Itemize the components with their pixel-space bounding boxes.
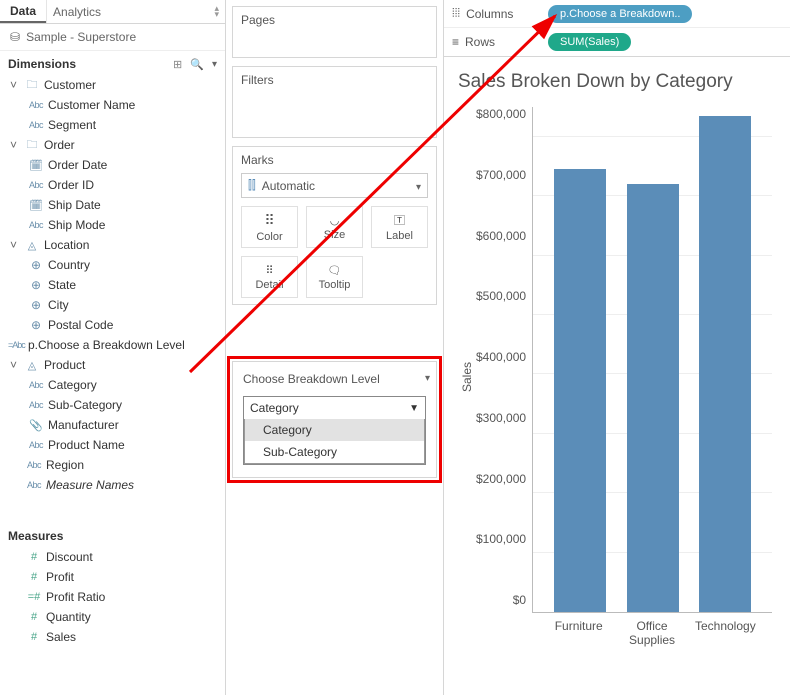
field-measure-names[interactable]: AbcMeasure Names	[4, 475, 221, 495]
folder-order[interactable]: ˅🗀Order	[4, 135, 221, 155]
measures-header: Measures	[0, 523, 225, 547]
folder-location[interactable]: ˅◬Location	[4, 235, 221, 255]
parameter-options-list: Category Sub-Category	[244, 419, 425, 464]
field-order-id[interactable]: AbcOrder ID	[4, 175, 221, 195]
field-ship-mode[interactable]: AbcShip Mode	[4, 215, 221, 235]
folder-product[interactable]: ˅◬Product	[4, 355, 221, 375]
color-icon: ⠿	[264, 212, 274, 229]
marks-tooltip-button[interactable]: 🗨Tooltip	[306, 256, 363, 298]
tab-analytics-label: Analytics	[53, 5, 101, 19]
datasource-row[interactable]: ⛁ Sample - Superstore	[0, 24, 225, 51]
chevron-down-icon: ▼	[409, 403, 419, 414]
worksheet-pane: ⦙⦙⦙ Columns p.Choose a Breakdown.. ≡ Rows …	[444, 0, 790, 695]
field-profit-ratio[interactable]: =#Profit Ratio	[4, 587, 221, 607]
measures-tree: #Discount #Profit =#Profit Ratio #Quanti…	[0, 547, 225, 657]
chart: Sales $800,000$700,000$600,000 $500,000$…	[458, 107, 772, 647]
field-category[interactable]: AbcCategory	[4, 375, 221, 395]
columns-label: Columns	[466, 7, 513, 21]
filters-title: Filters	[241, 73, 428, 87]
mark-type-label: Automatic	[262, 179, 315, 193]
dimensions-header: Dimensions ⊞ 🔍	[0, 51, 225, 75]
field-sales[interactable]: #Sales	[4, 627, 221, 647]
dimensions-title: Dimensions	[8, 57, 76, 71]
parameter-control-card: Choose Breakdown Level Category ▼ Catego…	[232, 361, 437, 478]
datasource-icon: ⛁	[10, 30, 20, 44]
data-pane: Data Analytics ▴▾ ⛁ Sample - Superstore …	[0, 0, 226, 695]
field-discount[interactable]: #Discount	[4, 547, 221, 567]
data-pane-tabs: Data Analytics ▴▾	[0, 0, 225, 24]
mark-type-select[interactable]: ⫿⫿ Automatic	[241, 173, 428, 198]
columns-icon: ⦙⦙⦙	[452, 6, 460, 21]
cards-pane: Pages Filters Marks ⫿⫿ Automatic ⠿Color …	[226, 0, 444, 695]
field-order-date[interactable]: 🗓Order Date	[4, 155, 221, 175]
tooltip-icon: 🗨	[328, 264, 342, 277]
sort-updown-icon: ▴▾	[214, 6, 219, 17]
columns-pill[interactable]: p.Choose a Breakdown..	[548, 5, 692, 23]
datasource-name: Sample - Superstore	[26, 30, 136, 44]
field-country[interactable]: ⊕Country	[4, 255, 221, 275]
shelves: ⦙⦙⦙ Columns p.Choose a Breakdown.. ≡ Rows …	[444, 0, 790, 57]
chart-bar[interactable]	[627, 184, 679, 612]
parameter-select[interactable]: Category ▼ Category Sub-Category	[243, 396, 426, 465]
viz-area: Sales Broken Down by Category Sales $800…	[444, 57, 790, 695]
chart-bar[interactable]	[554, 169, 606, 612]
field-manufacturer[interactable]: 📎Manufacturer	[4, 415, 221, 435]
measures-title: Measures	[8, 529, 63, 543]
parameter-option-category[interactable]: Category	[245, 419, 424, 441]
rows-icon: ≡	[452, 35, 459, 49]
view-toggle-icon[interactable]: ⊞	[173, 58, 182, 71]
field-segment[interactable]: AbcSegment	[4, 115, 221, 135]
field-customer-name[interactable]: AbcCustomer Name	[4, 95, 221, 115]
marks-size-button[interactable]: ◡Size	[306, 206, 363, 248]
x-axis-ticks: FurnitureOffice SuppliesTechnology	[532, 613, 772, 647]
field-ship-date[interactable]: 🗓Ship Date	[4, 195, 221, 215]
marks-detail-button[interactable]: ⠿Detail	[241, 256, 298, 298]
label-icon: 🅃	[394, 212, 405, 228]
field-sub-category[interactable]: AbcSub-Category	[4, 395, 221, 415]
bar-icon: ⫿⫿	[248, 178, 256, 193]
marks-label-button[interactable]: 🅃Label	[371, 206, 428, 248]
y-axis-ticks: $800,000$700,000$600,000 $500,000$400,00…	[476, 107, 532, 607]
parameter-option-subcategory[interactable]: Sub-Category	[245, 441, 424, 463]
tab-analytics[interactable]: Analytics ▴▾	[46, 0, 225, 23]
rows-pill[interactable]: SUM(Sales)	[548, 33, 631, 51]
field-profit[interactable]: #Profit	[4, 567, 221, 587]
dimensions-tools: ⊞ 🔍	[173, 58, 217, 71]
rows-shelf[interactable]: ≡ Rows SUM(Sales)	[444, 28, 790, 56]
pages-title: Pages	[241, 13, 428, 27]
field-product-name[interactable]: AbcProduct Name	[4, 435, 221, 455]
menu-icon[interactable]	[212, 58, 217, 71]
marks-card: Marks ⫿⫿ Automatic ⠿Color ◡Size 🅃Label ⠿…	[232, 146, 437, 305]
tab-data[interactable]: Data	[0, 0, 46, 23]
viz-title: Sales Broken Down by Category	[458, 71, 772, 93]
field-postal-code[interactable]: ⊕Postal Code	[4, 315, 221, 335]
size-icon: ◡	[330, 214, 340, 227]
search-icon[interactable]: 🔍	[190, 58, 204, 71]
chart-plot[interactable]	[532, 107, 772, 613]
parameter-title: Choose Breakdown Level	[243, 372, 426, 386]
field-param-calc[interactable]: =Abcp.Choose a Breakdown Level	[4, 335, 221, 355]
field-region[interactable]: AbcRegion	[4, 455, 221, 475]
y-axis-label: Sales	[458, 107, 476, 647]
marks-color-button[interactable]: ⠿Color	[241, 206, 298, 248]
chart-bar[interactable]	[699, 116, 751, 612]
filters-card[interactable]: Filters	[232, 66, 437, 138]
card-menu-icon[interactable]	[425, 370, 430, 384]
field-city[interactable]: ⊕City	[4, 295, 221, 315]
pages-card[interactable]: Pages	[232, 6, 437, 58]
folder-customer[interactable]: ˅🗀Customer	[4, 75, 221, 95]
rows-label: Rows	[465, 35, 495, 49]
columns-shelf[interactable]: ⦙⦙⦙ Columns p.Choose a Breakdown..	[444, 0, 790, 28]
field-state[interactable]: ⊕State	[4, 275, 221, 295]
field-quantity[interactable]: #Quantity	[4, 607, 221, 627]
parameter-selected-value: Category	[250, 401, 299, 415]
marks-title: Marks	[241, 153, 428, 167]
dimensions-tree: ˅🗀Customer AbcCustomer Name AbcSegment ˅…	[0, 75, 225, 505]
chevron-down-icon	[416, 179, 421, 193]
detail-icon: ⠿	[265, 264, 273, 277]
